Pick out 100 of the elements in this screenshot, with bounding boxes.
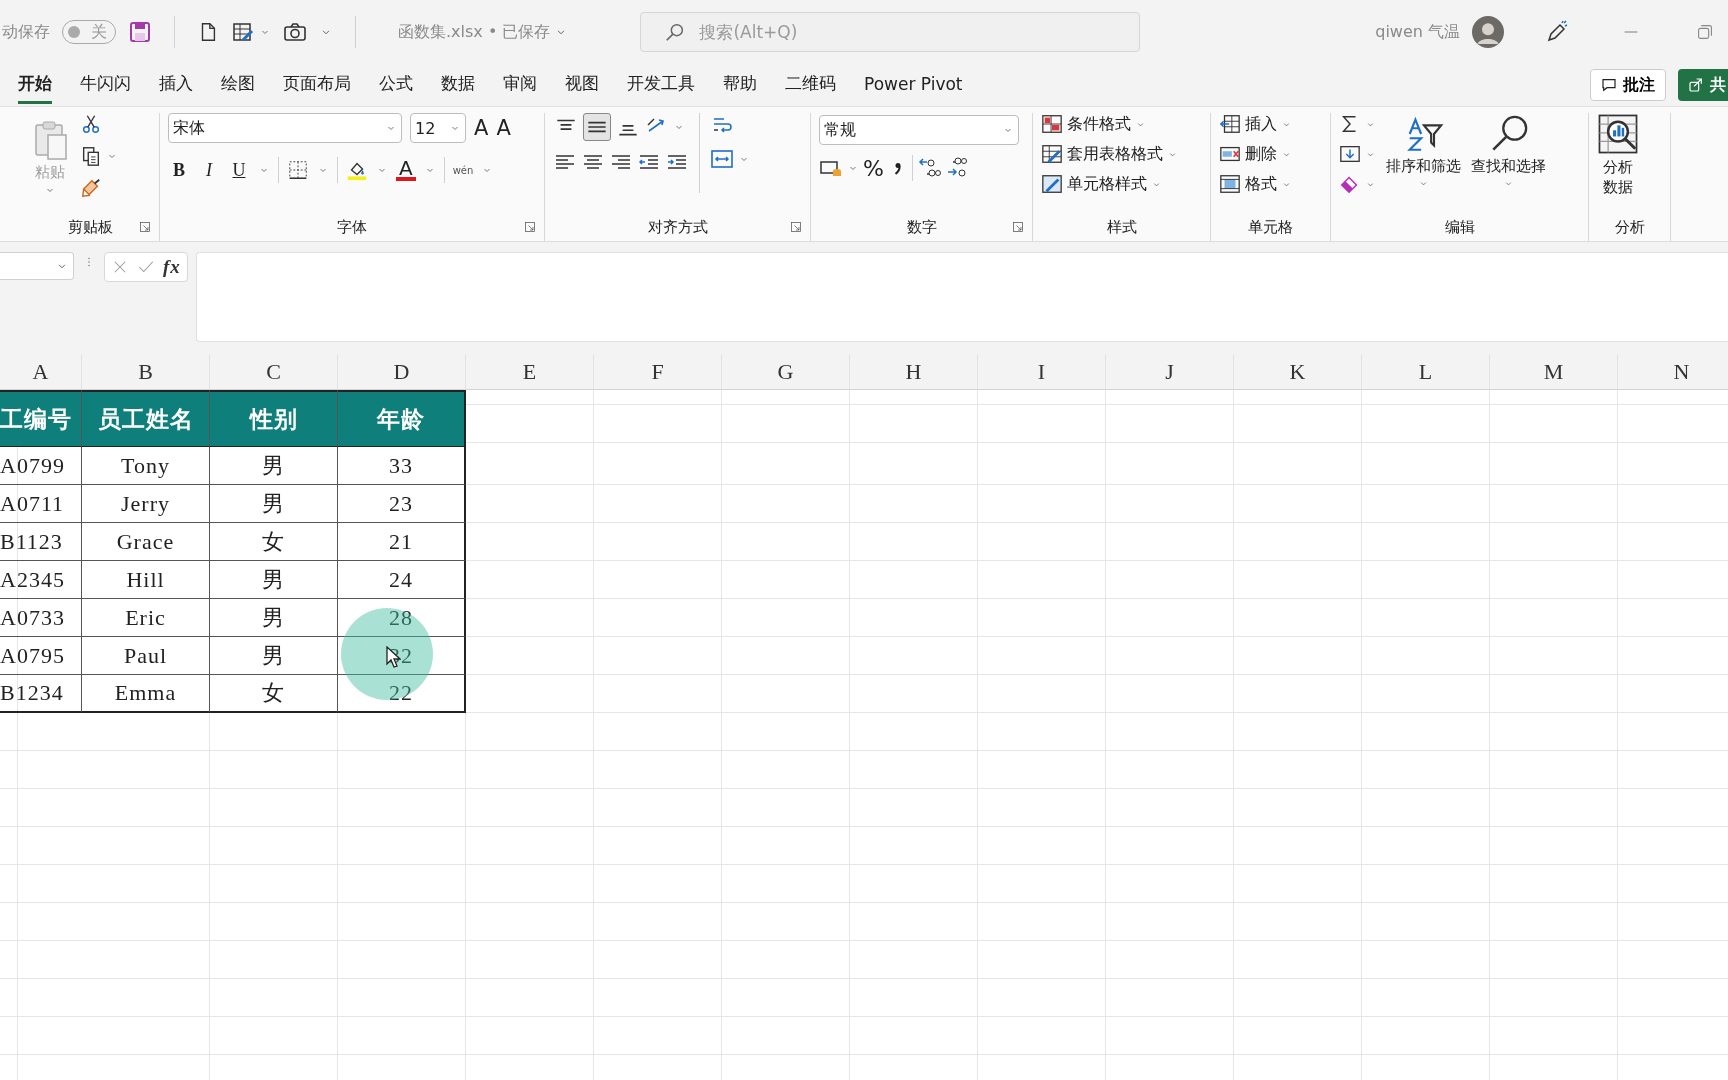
borders-icon[interactable] bbox=[287, 159, 309, 181]
table-cell: 男 bbox=[210, 599, 338, 637]
fill-down-icon[interactable] bbox=[1339, 143, 1361, 165]
column-header[interactable]: C bbox=[210, 354, 338, 390]
bold-button[interactable]: B bbox=[168, 159, 190, 181]
table-cell: 男 bbox=[210, 561, 338, 599]
analyze-data-button[interactable]: 分析数据 bbox=[1597, 113, 1639, 197]
camera-icon[interactable] bbox=[283, 20, 307, 44]
ribbon-tab[interactable]: 二维码 bbox=[785, 66, 836, 104]
shrink-font-button[interactable]: A bbox=[496, 116, 511, 140]
table-cell: Emma bbox=[82, 675, 210, 713]
group-label: 样式 bbox=[1106, 217, 1137, 237]
cells-menu-button[interactable]: 格式 bbox=[1219, 173, 1292, 195]
table-cell: 24 bbox=[338, 561, 466, 599]
styles-menu-button[interactable]: 单元格样式 bbox=[1041, 173, 1178, 195]
ribbon-tab[interactable]: 插入 bbox=[159, 66, 193, 104]
table-format-icon bbox=[1041, 143, 1063, 165]
ribbon-tab[interactable]: 页面布局 bbox=[283, 66, 351, 104]
scissors-icon[interactable] bbox=[80, 113, 102, 135]
format-painter-icon[interactable] bbox=[80, 177, 102, 199]
table-cell: A0733 bbox=[0, 599, 82, 637]
table-cell: A2345 bbox=[0, 561, 82, 599]
column-header[interactable]: J bbox=[1106, 354, 1234, 390]
editing-button[interactable]: 排序和筛选 bbox=[1386, 113, 1461, 189]
header-cell: 性别 bbox=[210, 390, 338, 447]
header-cell: 年龄 bbox=[338, 390, 466, 447]
grow-font-button[interactable]: A bbox=[474, 116, 489, 140]
share-button[interactable]: 共 bbox=[1678, 69, 1728, 101]
ribbon-tab[interactable]: 审阅 bbox=[503, 66, 537, 104]
save-icon[interactable] bbox=[128, 20, 152, 44]
header-cell: 工编号 bbox=[0, 390, 82, 447]
ribbon-tab[interactable]: 数据 bbox=[441, 66, 475, 104]
table-cell: 28 bbox=[338, 599, 466, 637]
group-label: 字体 bbox=[337, 217, 367, 237]
group-label: 剪贴板 bbox=[68, 217, 113, 237]
form-icon[interactable] bbox=[231, 20, 255, 44]
ribbon-tab[interactable]: 牛闪闪 bbox=[80, 66, 131, 104]
font-size-dropdown[interactable]: 12 bbox=[410, 113, 466, 143]
table-cell: Grace bbox=[82, 523, 210, 561]
dialog-launcher-icon[interactable] bbox=[1012, 221, 1024, 233]
ribbon-tab[interactable]: Power Pivot bbox=[864, 67, 963, 103]
increase-decimal-icon[interactable] bbox=[916, 156, 941, 180]
merge-cells-icon[interactable] bbox=[710, 147, 734, 171]
dialog-launcher-icon[interactable] bbox=[524, 221, 536, 233]
table-cell: 女 bbox=[210, 523, 338, 561]
ribbon-tab[interactable]: 视图 bbox=[565, 66, 599, 104]
ribbon-tab[interactable]: 公式 bbox=[379, 66, 413, 104]
group-label: 对齐方式 bbox=[647, 217, 708, 237]
group-label: 编辑 bbox=[1444, 217, 1475, 237]
column-header[interactable]: I bbox=[978, 354, 1106, 390]
comment-icon bbox=[1601, 77, 1617, 93]
phonetic-button[interactable]: wén bbox=[452, 164, 474, 176]
cells-menu-button[interactable]: 插入 bbox=[1219, 113, 1292, 135]
styles-menu-button[interactable]: 条件格式 bbox=[1041, 113, 1178, 135]
table-cell: Eric bbox=[82, 599, 210, 637]
insert-function-button[interactable]: fx bbox=[163, 256, 181, 278]
italic-button[interactable]: I bbox=[198, 159, 220, 181]
dialog-launcher-icon[interactable] bbox=[139, 221, 151, 233]
table-cell: 男 bbox=[210, 447, 338, 485]
search-field[interactable]: 搜索(Alt+Q) bbox=[640, 12, 1141, 52]
underline-button[interactable]: U bbox=[228, 159, 250, 181]
column-header[interactable]: K bbox=[1234, 354, 1362, 390]
font-name-dropdown[interactable]: 宋体 bbox=[168, 113, 402, 143]
user-name: qiwen 气温 bbox=[1375, 21, 1460, 43]
column-header[interactable]: N bbox=[1618, 354, 1728, 390]
percent-button[interactable]: % bbox=[863, 155, 884, 181]
ribbon-tab[interactable]: 开发工具 bbox=[627, 66, 695, 104]
column-header[interactable]: E bbox=[466, 354, 594, 390]
number-format-dropdown[interactable]: 常规 bbox=[819, 115, 1019, 145]
font-color-button[interactable]: A bbox=[396, 159, 416, 181]
comments-button[interactable]: 批注 bbox=[1590, 69, 1666, 101]
column-header[interactable]: D bbox=[338, 354, 466, 390]
table-cell: A0711 bbox=[0, 485, 82, 523]
table-cell: A0799 bbox=[0, 447, 82, 485]
column-header[interactable]: M bbox=[1490, 354, 1618, 390]
cells-menu-button[interactable]: 删除 bbox=[1219, 143, 1292, 165]
table-cell: 男 bbox=[210, 637, 338, 675]
table-cell: 21 bbox=[338, 523, 466, 561]
autosave-label: 动保存 bbox=[2, 21, 50, 43]
copy-icon[interactable] bbox=[80, 145, 102, 167]
ribbon-tab[interactable]: 帮助 bbox=[723, 66, 757, 104]
middle-align-icon[interactable] bbox=[583, 113, 611, 141]
column-header[interactable]: H bbox=[850, 354, 978, 390]
header-cell: 员工姓名 bbox=[82, 390, 210, 447]
column-header[interactable]: A bbox=[0, 354, 82, 390]
dialog-launcher-icon[interactable] bbox=[790, 221, 802, 233]
column-header[interactable]: G bbox=[722, 354, 850, 390]
analyze-data-icon bbox=[1597, 113, 1639, 155]
avatar[interactable] bbox=[1472, 16, 1504, 48]
column-header[interactable]: B bbox=[82, 354, 210, 390]
column-header[interactable]: F bbox=[594, 354, 722, 390]
formula-input[interactable] bbox=[195, 252, 1728, 342]
table-cell: 女 bbox=[210, 675, 338, 713]
table-cell: Jerry bbox=[82, 485, 210, 523]
column-header[interactable]: L bbox=[1362, 354, 1490, 390]
editing-button[interactable]: 查找和选择 bbox=[1471, 113, 1546, 189]
table-cell: Paul bbox=[82, 637, 210, 675]
styles-menu-button[interactable]: 套用表格格式 bbox=[1041, 143, 1178, 165]
ribbon-tab[interactable]: 绘图 bbox=[221, 66, 255, 104]
table-cell: 33 bbox=[338, 447, 466, 485]
